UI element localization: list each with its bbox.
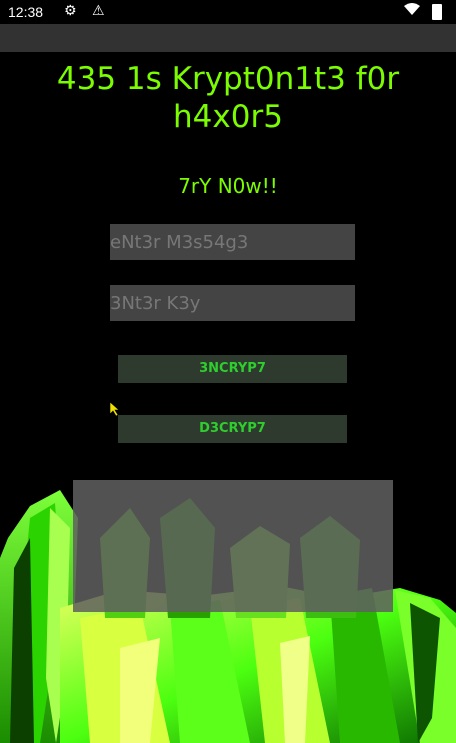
app-title: 435 1s Krypt0n1t3 f0r h4x0r5 (56, 61, 400, 135)
warning-icon: ⚠ (92, 3, 105, 19)
message-input[interactable] (110, 224, 355, 260)
image-overlay-panel (73, 480, 393, 612)
status-bar: 12:38 ⚙ ⚠ (0, 0, 456, 24)
wifi-icon (404, 3, 420, 15)
mouse-cursor-icon (110, 402, 120, 416)
key-input[interactable] (110, 285, 355, 321)
status-time: 12:38 (8, 4, 44, 20)
encrypt-button[interactable]: 3NCRYP7 (118, 355, 347, 383)
action-bar (0, 24, 456, 52)
battery-icon (432, 4, 442, 20)
gear-icon: ⚙ (64, 3, 77, 19)
decrypt-button[interactable]: D3CRYP7 (118, 415, 347, 443)
app-subtitle: 7rY N0w!! (178, 174, 278, 198)
